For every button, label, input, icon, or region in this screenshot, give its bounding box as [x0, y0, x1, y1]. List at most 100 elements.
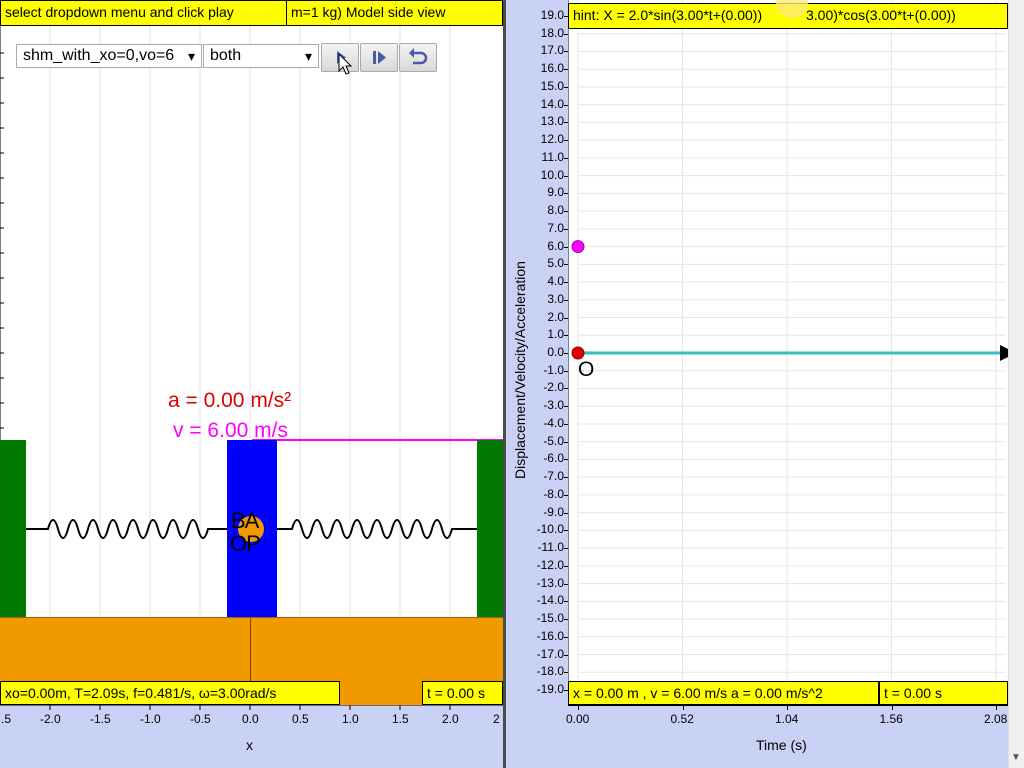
scroll-down-icon[interactable]: ▼	[1011, 752, 1021, 763]
y-tick-label: 2.0	[547, 309, 564, 324]
y-tick-mark	[564, 69, 568, 71]
x-tick: .5	[1, 712, 12, 726]
y-tick-mark	[564, 654, 568, 656]
y-tick-mark	[564, 104, 568, 106]
chevron-down-icon: ▾	[187, 48, 195, 64]
y-tick-label: 13.0	[540, 114, 564, 129]
origin-label: O	[578, 358, 595, 381]
right-spring	[277, 519, 477, 539]
y-tick-label: -4.0	[543, 415, 564, 430]
x-tick: -0.5	[190, 712, 211, 726]
left-x-axis-label: x	[246, 737, 253, 753]
y-tick-label: 8.0	[547, 203, 564, 218]
y-tick-label: -13.0	[536, 575, 564, 590]
y-tick-label: -2.0	[543, 380, 564, 395]
y-tick-label: -10.0	[536, 522, 564, 537]
y-tick-mark	[564, 459, 568, 461]
y-tick-mark	[564, 33, 568, 35]
acceleration-label: a = 0.00 m/s²	[168, 389, 292, 412]
y-tick-label: 4.0	[547, 274, 564, 289]
y-tick-label: -16.0	[536, 628, 564, 643]
y-tick-label: -11.0	[537, 540, 564, 555]
y-tick-mark	[564, 565, 568, 567]
y-tick-label: 10.0	[540, 167, 564, 182]
y-tick-mark	[564, 548, 568, 550]
reset-button[interactable]	[399, 43, 437, 72]
y-tick-mark	[564, 423, 568, 425]
y-tick-mark	[564, 406, 568, 408]
instruction-banner: select dropdown menu and click play	[0, 0, 287, 26]
y-tick-label: 16.0	[540, 61, 564, 76]
y-tick-mark	[564, 193, 568, 195]
status-readout: x = 0.00 m , v = 6.00 m/s a = 0.00 m/s^2	[568, 681, 879, 705]
y-tick-mark	[564, 122, 568, 124]
y-tick-mark	[564, 353, 568, 354]
x-axis-label: Time (s)	[756, 737, 807, 753]
x-tick: -1.5	[90, 712, 111, 726]
x-tick: 0.0	[242, 712, 259, 726]
mode-dropdown-value: both	[210, 47, 242, 64]
reset-icon	[409, 48, 428, 65]
y-tick-mark	[564, 619, 568, 621]
y-tick-mark	[564, 140, 568, 142]
x-tick: 0.5	[292, 712, 309, 726]
step-button[interactable]	[360, 43, 398, 72]
y-tick-label: 7.0	[547, 220, 564, 235]
y-tick-label: 11.0	[541, 149, 564, 164]
left-spring	[26, 519, 227, 539]
model-dropdown[interactable]: shm_with_xo=0,vo=6 ▾	[16, 44, 202, 68]
parameters-readout: xo=0.00m, T=2.09s, f=0.481/s, ω=3.00rad/…	[0, 681, 340, 705]
x-tick: 2	[493, 712, 500, 726]
y-tick-mark	[564, 299, 568, 301]
x-tick: 1.5	[392, 712, 409, 726]
y-tick-mark	[564, 246, 568, 248]
x-tick-label: 0.52	[670, 712, 694, 726]
y-tick-mark	[564, 228, 568, 230]
block-label-bottom: OP	[230, 531, 261, 556]
mode-dropdown[interactable]: both ▾	[203, 44, 319, 68]
mouse-cursor-icon	[338, 53, 353, 75]
y-tick-label: 1.0	[547, 327, 564, 342]
step-forward-icon	[373, 51, 386, 64]
x-tick: 1.0	[342, 712, 359, 726]
y-tick-label: -6.0	[543, 451, 564, 466]
y-tick-mark	[564, 494, 568, 496]
scrollbar[interactable]	[1008, 0, 1024, 768]
y-tick-label: 19.0	[540, 8, 564, 22]
y-tick-mark	[564, 441, 568, 443]
x-tick-label: 0.00	[566, 712, 590, 726]
x-tick-label: 1.56	[879, 712, 903, 726]
y-tick-mark	[564, 636, 568, 638]
y-tick-label: 12.0	[540, 132, 564, 147]
y-tick-mark	[564, 51, 568, 53]
plot-area	[568, 0, 1016, 705]
y-tick-label: -15.0	[536, 611, 564, 626]
y-tick-label: -1.0	[543, 362, 564, 377]
y-tick-label: -7.0	[543, 469, 564, 484]
y-tick-label: 0.0	[547, 345, 564, 359]
y-tick-mark	[564, 175, 568, 177]
y-tick-mark	[564, 388, 568, 390]
y-tick-label: 3.0	[547, 291, 564, 306]
y-tick-label: -12.0	[536, 557, 564, 572]
right-wall	[477, 440, 503, 617]
y-tick-label: 17.0	[540, 43, 564, 58]
y-tick-mark	[564, 335, 568, 337]
x-axis-line	[568, 705, 1014, 706]
y-axis-label: Displacement/Velocity/Acceleration	[512, 261, 528, 479]
velocity-point	[571, 240, 585, 254]
x-tick: -1.0	[140, 712, 161, 726]
y-tick-mark	[564, 264, 568, 266]
hint-text: hint: X = 2.0*sin(3.00*t+(0.00))	[573, 7, 763, 23]
y-tick-label: -9.0	[543, 504, 564, 519]
y-tick-mark	[564, 512, 568, 514]
y-tick-mark	[564, 690, 568, 691]
chevron-down-icon: ▾	[304, 48, 312, 64]
y-tick-label: -8.0	[543, 486, 564, 501]
y-tick-mark	[564, 370, 568, 372]
model-title: m=1 kg) Model side view	[286, 0, 503, 26]
y-tick-label: 18.0	[540, 25, 564, 40]
left-x-ticks	[0, 705, 503, 710]
y-tick-label: -14.0	[536, 593, 564, 608]
y-tick-mark	[564, 282, 568, 284]
